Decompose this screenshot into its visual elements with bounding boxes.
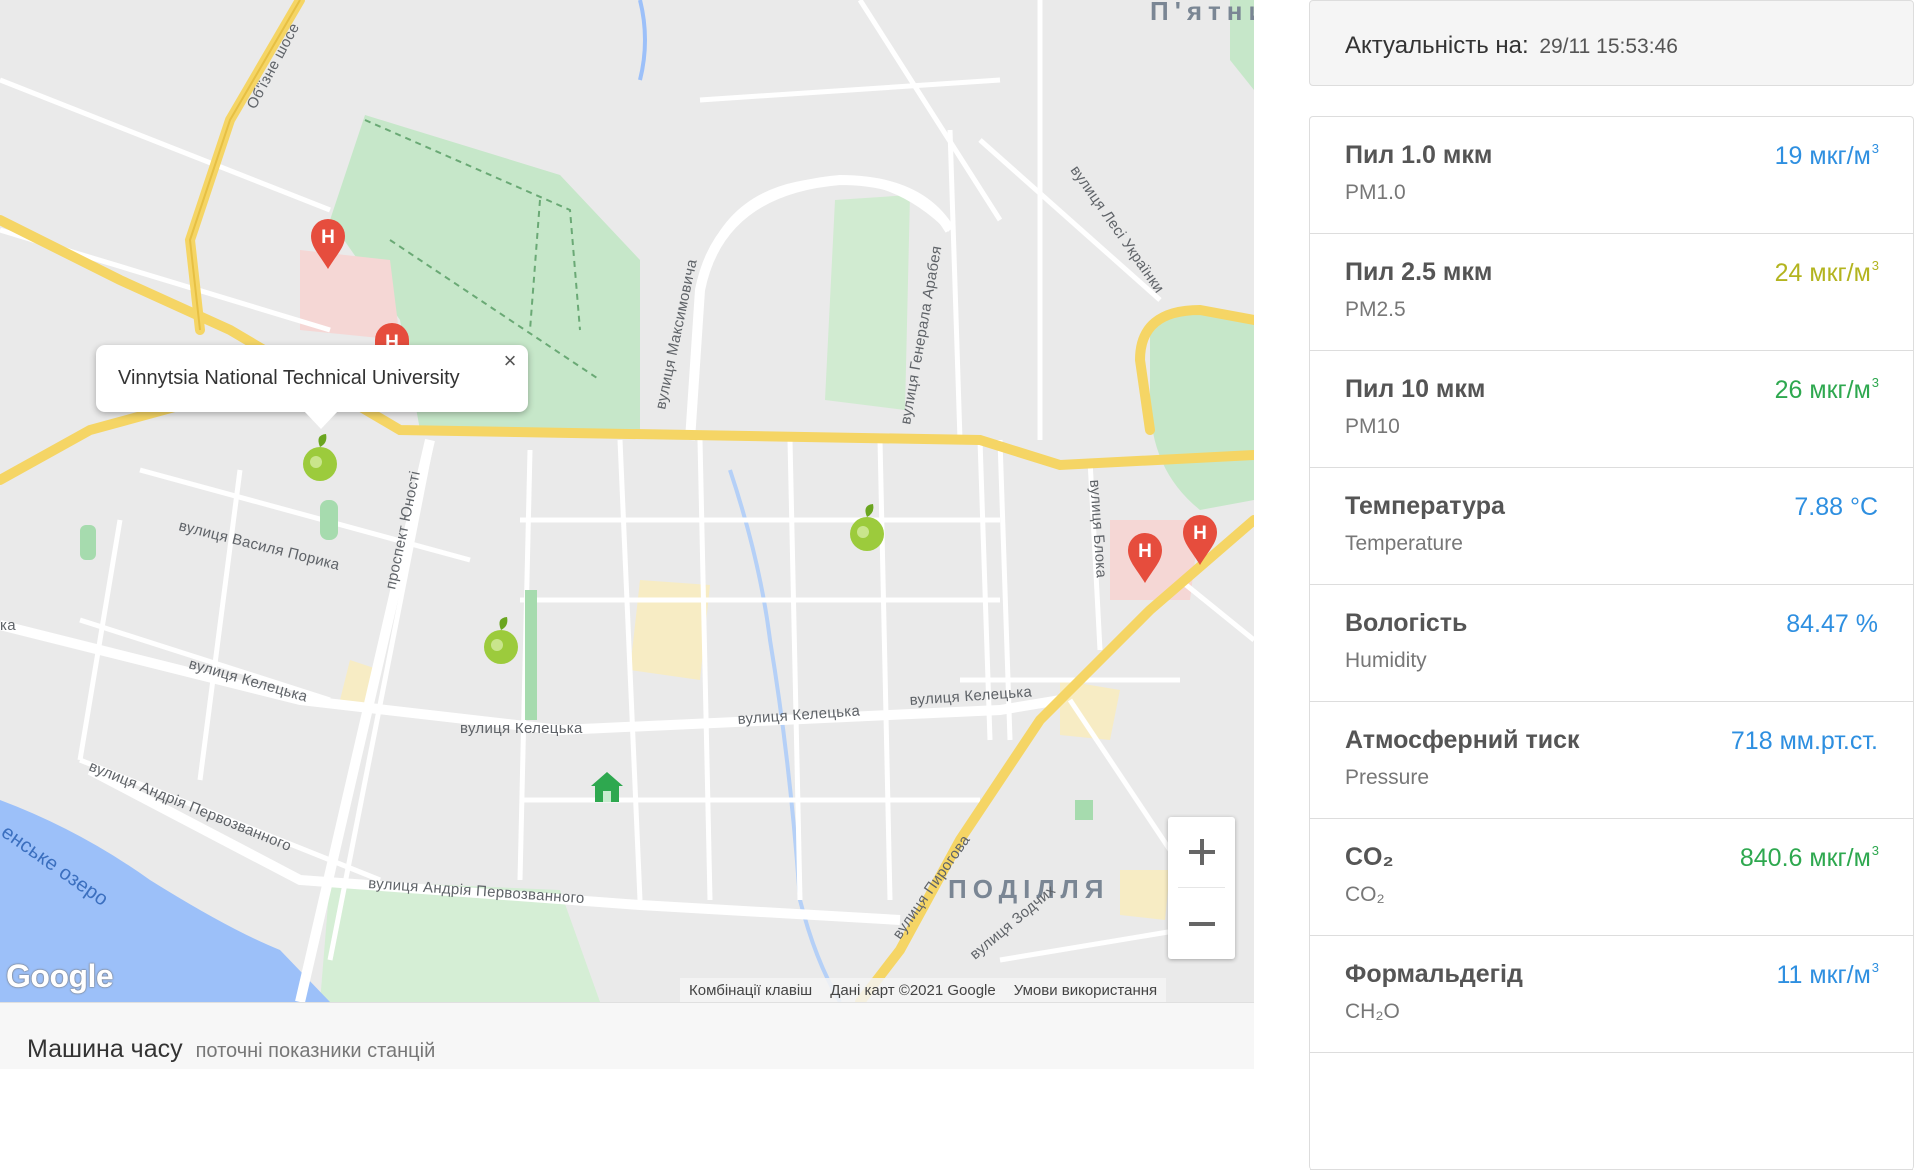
svg-text:H: H (1193, 523, 1207, 544)
label-bloka: вулиця Блока (1086, 479, 1110, 579)
metric-value: 7.88 °C (1794, 493, 1878, 521)
terms-link[interactable]: Умови використання (1005, 982, 1166, 999)
metric-name: Пил 1.0 мкм (1345, 141, 1493, 169)
metric-code: PM2.5 (1345, 298, 1406, 321)
timestamp-value: 29/11 15:53:46 (1539, 35, 1678, 58)
metric-pressure: Атмосферний тиск Pressure 718 мм.рт.ст. (1310, 702, 1913, 819)
hospital-marker-icon[interactable]: H (310, 218, 346, 270)
map-attribution: Комбінації клавіш Дані карт ©2021 Google… (680, 978, 1167, 1002)
metrics-list: Пил 1.0 мкм PM1.0 19 мкг/м3 Пил 2.5 мкм … (1309, 116, 1914, 1170)
timestamp-label: Актуальність на: 29/11 15:53:46 (1345, 32, 1678, 60)
metric-value: 24 мкг/м3 (1774, 258, 1879, 287)
timestamp-box: Актуальність на: 29/11 15:53:46 (1309, 0, 1914, 86)
home-marker-icon[interactable] (590, 770, 624, 804)
metric-code: PM10 (1345, 415, 1400, 438)
metric-pm1: Пил 1.0 мкм PM1.0 19 мкг/м3 (1310, 117, 1913, 234)
metric-value: 26 мкг/м3 (1774, 375, 1879, 404)
time-machine-title[interactable]: Машина часу (27, 1035, 183, 1063)
zoom-control (1168, 817, 1235, 959)
metric-code: CH₂O (1345, 1000, 1400, 1023)
metric-humidity: Вологість Humidity 84.47 % (1310, 585, 1913, 702)
metric-value: 11 мкг/м3 (1776, 960, 1879, 989)
hospital-marker-icon[interactable]: H (1127, 532, 1163, 584)
minus-icon (1188, 922, 1215, 926)
station-leaf-marker-icon[interactable] (482, 616, 520, 666)
station-leaf-marker-icon[interactable] (848, 503, 886, 553)
metric-name: Формальдегід (1345, 960, 1523, 988)
metric-code: PM1.0 (1345, 181, 1406, 204)
metric-formaldehyde: Формальдегід CH₂O 11 мкг/м3 (1310, 936, 1913, 1053)
label-pyatnychany: П'ятни (1150, 0, 1254, 26)
metric-name: CO₂ (1345, 843, 1394, 871)
svg-text:H: H (1138, 541, 1152, 562)
metric-value: 19 мкг/м3 (1774, 141, 1879, 170)
map-data-text: Дані карт ©2021 Google (830, 981, 996, 999)
zoom-in-button[interactable] (1168, 817, 1235, 887)
metric-next-partial (1310, 1053, 1913, 1170)
map-view[interactable]: Об'їзне шосе П'ятни вулиця Лесі Українки… (0, 0, 1254, 1002)
metric-name: Пил 10 мкм (1345, 375, 1486, 403)
metric-value: 84.47 % (1786, 610, 1878, 638)
label-pervozvannoho-1: вулиця Андрія Первозванного (87, 758, 294, 855)
time-machine-subtitle: поточні показники станцій (195, 1040, 436, 1062)
metric-code: Temperature (1345, 532, 1463, 555)
time-machine-bar: Машина часу поточні показники станцій (0, 1002, 1254, 1069)
station-leaf-marker-icon[interactable] (301, 433, 339, 483)
metric-co2: CO₂ CO₂ 840.6 мкг/м3 (1310, 819, 1913, 936)
metric-name: Температура (1345, 492, 1505, 520)
info-popup: Vinnytsia National Technical University … (96, 345, 528, 429)
metric-code: Pressure (1345, 766, 1430, 789)
hospital-marker-icon[interactable]: H (1182, 514, 1218, 566)
map-base-layer: Об'їзне шосе П'ятни вулиця Лесі Українки… (0, 0, 1254, 1002)
close-icon[interactable]: × (498, 349, 522, 373)
timestamp-caption: Актуальність на: (1345, 32, 1529, 59)
readings-panel: Актуальність на: 29/11 15:53:46 Пил 1.0 … (1254, 0, 1920, 1170)
metric-value: 718 мм.рт.ст. (1730, 727, 1878, 755)
google-logo[interactable]: Google (6, 958, 114, 995)
label-keletska-3: вулиця Келецька (737, 702, 861, 728)
metric-temperature: Температура Temperature 7.88 °C (1310, 468, 1913, 585)
metric-pm25: Пил 2.5 мкм PM2.5 24 мкг/м3 (1310, 234, 1913, 351)
metric-name: Вологість (1345, 609, 1468, 637)
plus-icon (1188, 839, 1215, 865)
time-machine-heading: Машина часу поточні показники станцій (27, 1035, 435, 1064)
zoom-divider (1178, 887, 1225, 888)
metric-name: Атмосферний тиск (1345, 726, 1580, 754)
metric-value: 840.6 мкг/м3 (1739, 843, 1879, 872)
label-keletska-2: вулиця Келецька (460, 720, 583, 737)
svg-text:H: H (321, 227, 335, 248)
label-obizne-shose: Об'їзне шосе (244, 20, 304, 112)
zoom-out-button[interactable] (1168, 889, 1235, 959)
label-ka: ка (0, 617, 16, 634)
label-poryka: вулиця Василя Порика (177, 517, 342, 574)
metric-name: Пил 2.5 мкм (1345, 258, 1493, 286)
keyboard-shortcuts-link[interactable]: Комбінації клавіш (680, 982, 821, 999)
metric-pm10: Пил 10 мкм PM10 26 мкг/м3 (1310, 351, 1913, 468)
metric-code: Humidity (1345, 649, 1427, 672)
popup-title: Vinnytsia National Technical University (118, 367, 460, 389)
metric-code: CO₂ (1345, 883, 1385, 906)
